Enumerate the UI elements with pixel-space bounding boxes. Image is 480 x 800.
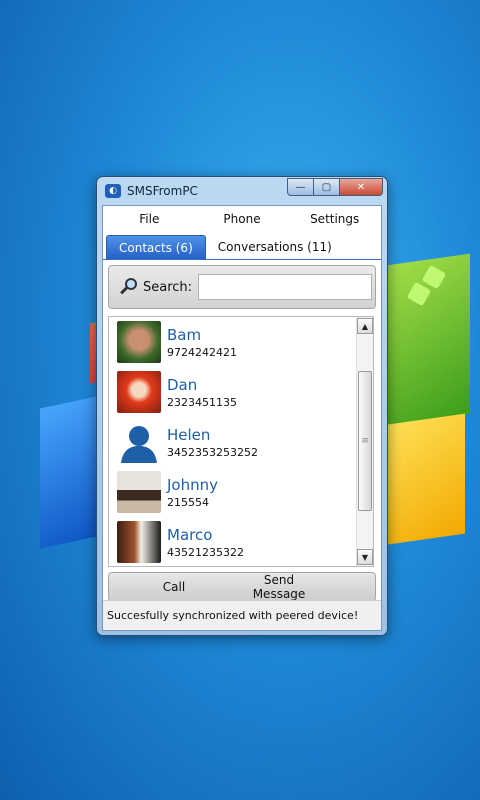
contact-row-dan[interactable]: Dan 2323451135 bbox=[109, 367, 373, 417]
contact-number: 43521235322 bbox=[167, 545, 244, 559]
search-bar: Search: bbox=[108, 265, 376, 309]
contact-avatar bbox=[117, 471, 161, 513]
scroll-down-arrow-icon[interactable]: ▼ bbox=[357, 549, 373, 565]
contact-list: Bam 9724242421 Dan 2323451135 Helen 3452… bbox=[108, 316, 374, 567]
window-title: SMSFromPC bbox=[127, 184, 198, 198]
contact-number: 3452353253252 bbox=[167, 445, 258, 459]
magnifier-icon bbox=[119, 277, 139, 297]
search-input[interactable] bbox=[198, 274, 373, 300]
contact-name: Marco bbox=[167, 525, 213, 544]
default-person-icon bbox=[117, 421, 161, 463]
scroll-up-arrow-icon[interactable]: ▲ bbox=[357, 318, 373, 334]
contact-number: 215554 bbox=[167, 495, 209, 509]
minimize-button[interactable]: — bbox=[287, 178, 313, 196]
send-message-button[interactable]: Send Message bbox=[239, 573, 319, 601]
contacts-panel: Search: Bam 9724242421 Dan 2323451135 He… bbox=[103, 260, 381, 630]
wallpaper-flag-yellow bbox=[375, 413, 465, 547]
contact-name: Dan bbox=[167, 375, 198, 394]
contact-avatar bbox=[117, 521, 161, 563]
caption-buttons: — ▢ ✕ bbox=[287, 178, 383, 196]
contact-number: 9724242421 bbox=[167, 345, 237, 359]
contact-row-marco[interactable]: Marco 43521235322 bbox=[109, 517, 373, 566]
contact-name: Johnny bbox=[167, 475, 218, 494]
tab-strip: Contacts (6) Conversations (11) bbox=[103, 232, 381, 260]
contact-row-bam[interactable]: Bam 9724242421 bbox=[109, 317, 373, 367]
contact-avatar bbox=[117, 321, 161, 363]
vertical-scrollbar[interactable]: ▲ ≡ ▼ bbox=[356, 317, 373, 566]
tab-conversations[interactable]: Conversations (11) bbox=[206, 235, 344, 259]
client-area: File Phone Settings Contacts (6) Convers… bbox=[102, 205, 382, 631]
contact-row-helen[interactable]: Helen 3452353253252 bbox=[109, 417, 373, 467]
action-bar: Call Send Message bbox=[108, 572, 376, 602]
contact-avatar bbox=[117, 371, 161, 413]
app-icon: ◐ bbox=[105, 184, 121, 198]
contact-name: Helen bbox=[167, 425, 211, 444]
title-bar[interactable]: ◐ SMSFromPC — ▢ ✕ bbox=[102, 177, 383, 205]
tab-contacts[interactable]: Contacts (6) bbox=[106, 235, 206, 259]
contact-row-johnny[interactable]: Johnny 215554 bbox=[109, 467, 373, 517]
menu-settings[interactable]: Settings bbox=[288, 212, 381, 226]
app-window: ◐ SMSFromPC — ▢ ✕ File Phone Settings Co… bbox=[96, 176, 388, 636]
maximize-button[interactable]: ▢ bbox=[313, 178, 339, 196]
status-bar: Succesfully synchronized with peered dev… bbox=[103, 600, 381, 630]
call-button[interactable]: Call bbox=[109, 580, 239, 594]
close-button[interactable]: ✕ bbox=[339, 178, 383, 196]
menu-bar: File Phone Settings bbox=[103, 206, 381, 232]
contact-name: Bam bbox=[167, 325, 202, 344]
search-label: Search: bbox=[143, 279, 193, 295]
contact-number: 2323451135 bbox=[167, 395, 237, 409]
menu-phone[interactable]: Phone bbox=[196, 212, 289, 226]
menu-file[interactable]: File bbox=[103, 212, 196, 226]
scroll-thumb[interactable]: ≡ bbox=[358, 371, 372, 511]
